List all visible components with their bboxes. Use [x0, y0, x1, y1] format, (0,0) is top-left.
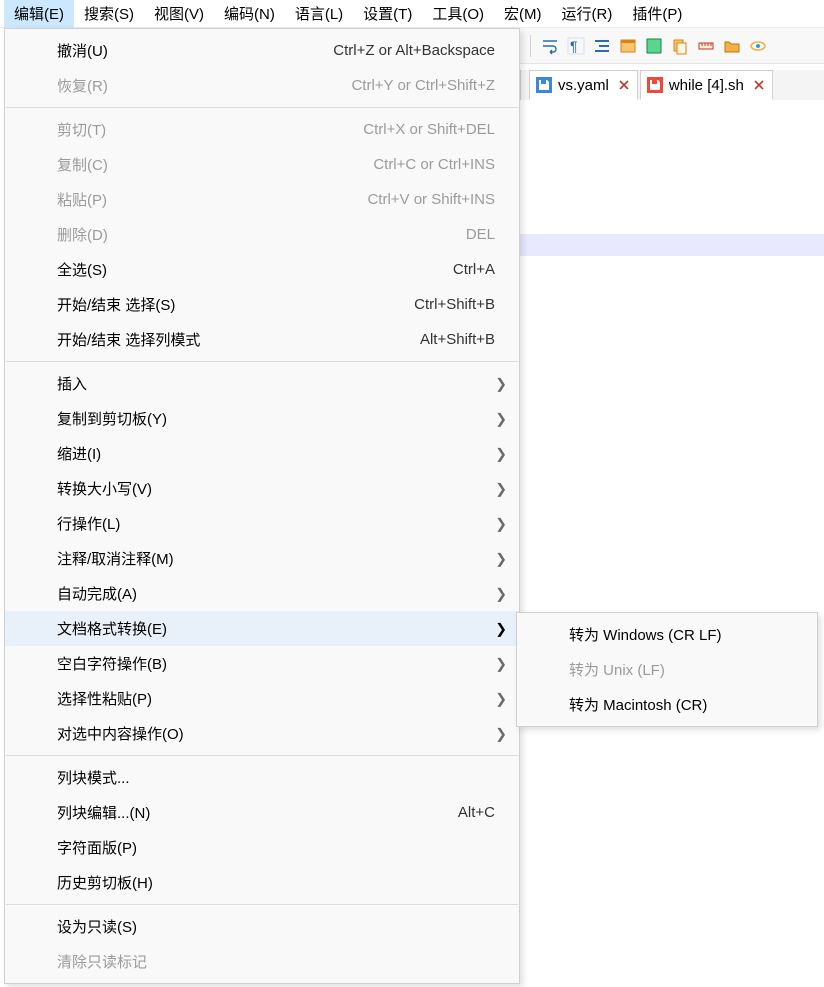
tabstrip: vs.yaml while [4].sh: [520, 70, 824, 100]
menu-comment-toggle[interactable]: 注释/取消注释(M) ❯: [5, 541, 519, 576]
menubar: 编辑(E) 搜索(S) 视图(V) 编码(N) 语言(L) 设置(T) 工具(O…: [0, 0, 824, 28]
menu-encoding[interactable]: 编码(N): [214, 0, 285, 28]
menu-set-readonly[interactable]: 设为只读(S): [5, 909, 519, 944]
convert-to-windows[interactable]: 转为 Windows (CR LF): [517, 617, 817, 652]
menu-copy-to-clipboard[interactable]: 复制到剪切板(Y) ❯: [5, 401, 519, 436]
toolbar-fill-icon[interactable]: [643, 35, 665, 57]
menu-separator: [6, 904, 518, 905]
editor-current-line: [520, 234, 824, 256]
menu-convert-case[interactable]: 转换大小写(V) ❯: [5, 471, 519, 506]
menu-tools[interactable]: 工具(O): [422, 0, 494, 28]
chevron-right-icon: ❯: [495, 690, 507, 707]
menu-macro[interactable]: 宏(M): [494, 0, 552, 28]
chevron-right-icon: ❯: [495, 480, 507, 497]
edit-menu-dropdown: 撤消(U) Ctrl+Z or Alt+Backspace 恢复(R) Ctrl…: [4, 28, 520, 984]
menu-cut: 剪切(T)Ctrl+X or Shift+DEL: [5, 112, 519, 147]
menu-insert[interactable]: 插入 ❯: [5, 366, 519, 401]
close-icon[interactable]: [754, 77, 764, 93]
menu-eol-conversion[interactable]: 文档格式转换(E) ❯: [5, 611, 519, 646]
menu-paste: 粘贴(P)Ctrl+V or Shift+INS: [5, 182, 519, 217]
menu-view[interactable]: 视图(V): [144, 0, 214, 28]
menu-search[interactable]: 搜索(S): [74, 0, 144, 28]
toolbar-separator: [530, 35, 531, 57]
toolbar-word-wrap-icon[interactable]: [539, 35, 561, 57]
menu-settings[interactable]: 设置(T): [353, 0, 422, 28]
menu-column-editor[interactable]: 列块编辑...(N)Alt+C: [5, 795, 519, 830]
toolbar-window-icon[interactable]: [617, 35, 639, 57]
toolbar-folder-icon[interactable]: [721, 35, 743, 57]
menu-column-mode[interactable]: 列块模式...: [5, 760, 519, 795]
saved-file-icon: [536, 77, 552, 93]
menu-undo[interactable]: 撤消(U) Ctrl+Z or Alt+Backspace: [5, 33, 519, 68]
eol-conversion-submenu: 转为 Windows (CR LF) 转为 Unix (LF) 转为 Macin…: [516, 612, 818, 727]
chevron-right-icon: ❯: [495, 375, 507, 392]
menu-copy: 复制(C)Ctrl+C or Ctrl+INS: [5, 147, 519, 182]
tab-label: while [4].sh: [669, 77, 744, 94]
menu-run[interactable]: 运行(R): [552, 0, 623, 28]
tab-label: vs.yaml: [558, 77, 609, 94]
chevron-right-icon: ❯: [495, 655, 507, 672]
menu-begin-end-select-column[interactable]: 开始/结束 选择列模式Alt+Shift+B: [5, 322, 519, 357]
menu-clear-readonly: 清除只读标记: [5, 944, 519, 979]
toolbar-pilcrow-icon[interactable]: ¶: [565, 35, 587, 57]
menu-paste-special[interactable]: 选择性粘贴(P) ❯: [5, 681, 519, 716]
toolbar-copy-icon[interactable]: [669, 35, 691, 57]
chevron-right-icon: ❯: [495, 620, 507, 637]
chevron-right-icon: ❯: [495, 585, 507, 602]
menu-selection-ops[interactable]: 对选中内容操作(O) ❯: [5, 716, 519, 751]
close-icon[interactable]: [619, 77, 629, 93]
toolbar: ¶: [520, 28, 824, 64]
menu-language[interactable]: 语言(L): [285, 0, 353, 28]
toolbar-eye-icon[interactable]: [747, 35, 769, 57]
menu-select-all[interactable]: 全选(S)Ctrl+A: [5, 252, 519, 287]
toolbar-ruler-icon[interactable]: [695, 35, 717, 57]
menu-clipboard-history[interactable]: 历史剪切板(H): [5, 865, 519, 900]
chevron-right-icon: ❯: [495, 550, 507, 567]
menu-delete: 删除(D)DEL: [5, 217, 519, 252]
tab-while-sh[interactable]: while [4].sh: [640, 70, 773, 100]
menu-plugins[interactable]: 插件(P): [622, 0, 692, 28]
chevron-right-icon: ❯: [495, 515, 507, 532]
menu-line-ops[interactable]: 行操作(L) ❯: [5, 506, 519, 541]
convert-to-unix: 转为 Unix (LF): [517, 652, 817, 687]
tab-vs-yaml[interactable]: vs.yaml: [529, 70, 638, 100]
menu-edit[interactable]: 编辑(E): [4, 0, 74, 28]
menu-char-panel[interactable]: 字符面版(P): [5, 830, 519, 865]
chevron-right-icon: ❯: [495, 445, 507, 462]
svg-text:¶: ¶: [570, 38, 578, 54]
menu-separator: [6, 755, 518, 756]
toolbar-indent-guide-icon[interactable]: [591, 35, 613, 57]
unsaved-file-icon: [647, 77, 663, 93]
menu-begin-end-select[interactable]: 开始/结束 选择(S)Ctrl+Shift+B: [5, 287, 519, 322]
tab-separator: [520, 70, 521, 100]
menu-separator: [6, 107, 518, 108]
menu-redo: 恢复(R) Ctrl+Y or Ctrl+Shift+Z: [5, 68, 519, 103]
menu-autocomplete[interactable]: 自动完成(A) ❯: [5, 576, 519, 611]
chevron-right-icon: ❯: [495, 725, 507, 742]
convert-to-mac[interactable]: 转为 Macintosh (CR): [517, 687, 817, 722]
chevron-right-icon: ❯: [495, 410, 507, 427]
menu-blank-ops[interactable]: 空白字符操作(B) ❯: [5, 646, 519, 681]
menu-separator: [6, 361, 518, 362]
menu-indent[interactable]: 缩进(I) ❯: [5, 436, 519, 471]
